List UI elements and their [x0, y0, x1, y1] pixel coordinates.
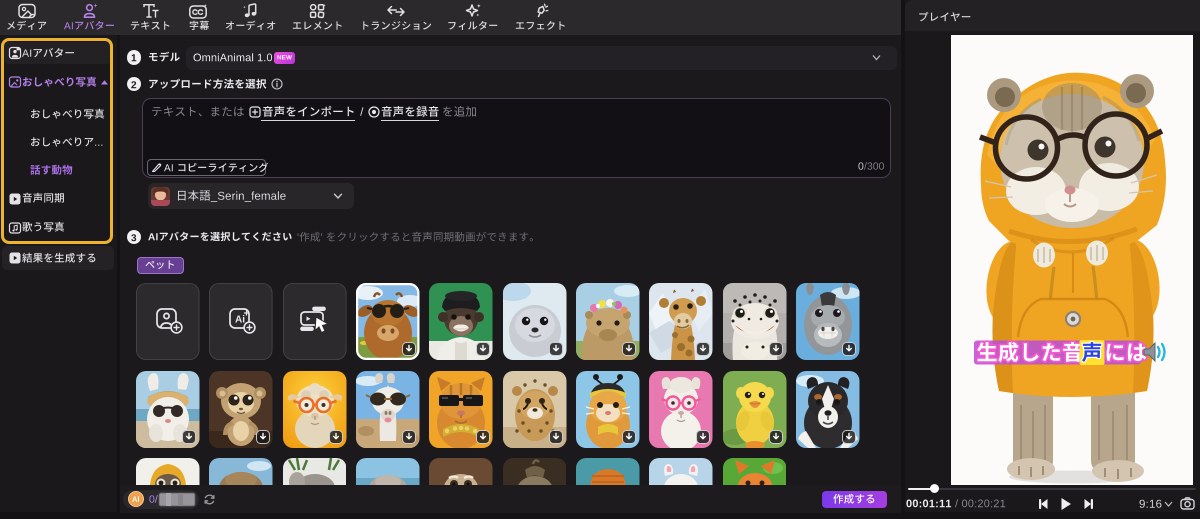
- svg-text:Ai: Ai: [235, 315, 245, 326]
